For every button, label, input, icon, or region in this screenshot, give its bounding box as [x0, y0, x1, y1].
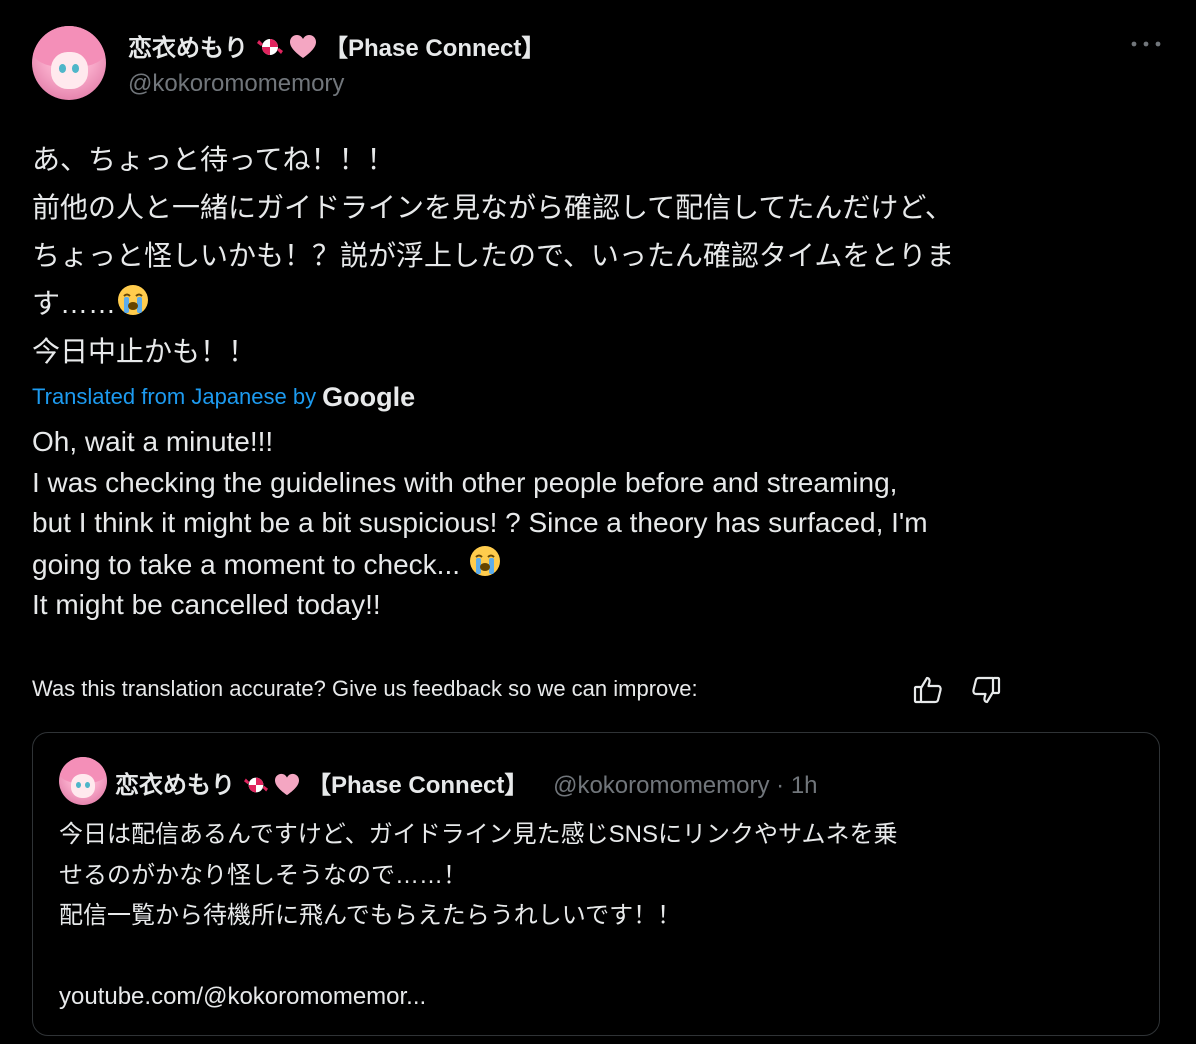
quoted-line: 今日は配信あるんですけど、ガイドライン見た感じSNSにリンクやサムネを乗: [59, 821, 898, 848]
author-display-name: 恋衣めもり: [128, 35, 248, 62]
translated-label: Translated from Japanese by: [32, 384, 317, 409]
quoted-link[interactable]: youtube.com/@kokoromomemor...: [59, 977, 1139, 1018]
thumbs-down-icon[interactable]: [970, 674, 1002, 706]
tweet-line: 前他の人と一緒にガイドラインを見ながら確認して配信してたんだけど、: [32, 192, 953, 223]
tweet-text: あ、ちょっと待ってね！！！ 前他の人と一緒にガイドラインを見ながら確認して配信し…: [32, 136, 1172, 376]
google-logo: Google: [322, 382, 416, 412]
quoted-line: せるのがかなり怪しそうなので……！: [59, 861, 467, 889]
translated-text: Oh, wait a minute!!! I was checking the …: [32, 422, 1172, 626]
translation-line: going to take a moment to check...: [32, 548, 461, 580]
quoted-author-avatar: [59, 757, 107, 805]
pink-heart-icon: [275, 773, 300, 796]
more-horizontal-icon[interactable]: [1128, 34, 1164, 54]
pink-heart-icon: [290, 35, 317, 58]
quoted-tweet-text: 今日は配信あるんですけど、ガイドライン見た感じSNSにリンクやサムネを乗 せるの…: [59, 815, 1139, 1018]
author-handle[interactable]: @kokoromomemory: [128, 70, 344, 98]
quoted-tweet-header: 恋衣めもり 【Phase Connect】 @kokoromomemory · …: [115, 765, 818, 800]
translation-feedback-prompt: Was this translation accurate? Give us f…: [32, 676, 698, 701]
tweet-line-with-emoji: す……: [32, 280, 1172, 328]
loudly-crying-face-icon: [118, 285, 149, 315]
translation-line-with-emoji: going to take a moment to check...: [32, 544, 1172, 586]
candy-icon: [256, 39, 283, 55]
tweet-line: あ、ちょっと待ってね！！！: [32, 144, 395, 175]
translation-line: It might be cancelled today!!: [32, 589, 381, 620]
thumbs-up-icon[interactable]: [912, 674, 944, 706]
candy-icon: [243, 777, 268, 793]
quoted-author-affiliation: 【Phase Connect】: [307, 772, 529, 799]
tweet-line: す……: [32, 288, 117, 319]
translation-line: but I think it might be a bit suspicious…: [32, 507, 928, 538]
author-affiliation: 【Phase Connect】: [324, 35, 546, 62]
quoted-line: [59, 937, 1139, 978]
tweet-line: 今日中止かも！！: [32, 336, 257, 367]
author-name[interactable]: 恋衣めもり 【Phase Connect】: [128, 28, 545, 63]
loudly-crying-face-icon: [469, 545, 500, 576]
translation-attribution[interactable]: Translated from Japanese by Google: [32, 382, 415, 413]
translation-line: Oh, wait a minute!!!: [32, 426, 274, 457]
quoted-line: 配信一覧から待機所に飛んでもらえたらうれしいです！！: [59, 902, 682, 929]
translation-line: I was checking the guidelines with other…: [32, 466, 898, 498]
quoted-author-handle-time: @kokoromomemory · 1h: [553, 772, 818, 799]
author-avatar[interactable]: [32, 26, 106, 100]
tweet-line: ちょっと怪しいかも！？説が浮上したので、いったん確認タイムをとりま: [32, 240, 955, 271]
quoted-author-name: 恋衣めもり: [115, 772, 235, 799]
quoted-tweet-card[interactable]: 恋衣めもり 【Phase Connect】 @kokoromomemory · …: [32, 732, 1160, 1036]
